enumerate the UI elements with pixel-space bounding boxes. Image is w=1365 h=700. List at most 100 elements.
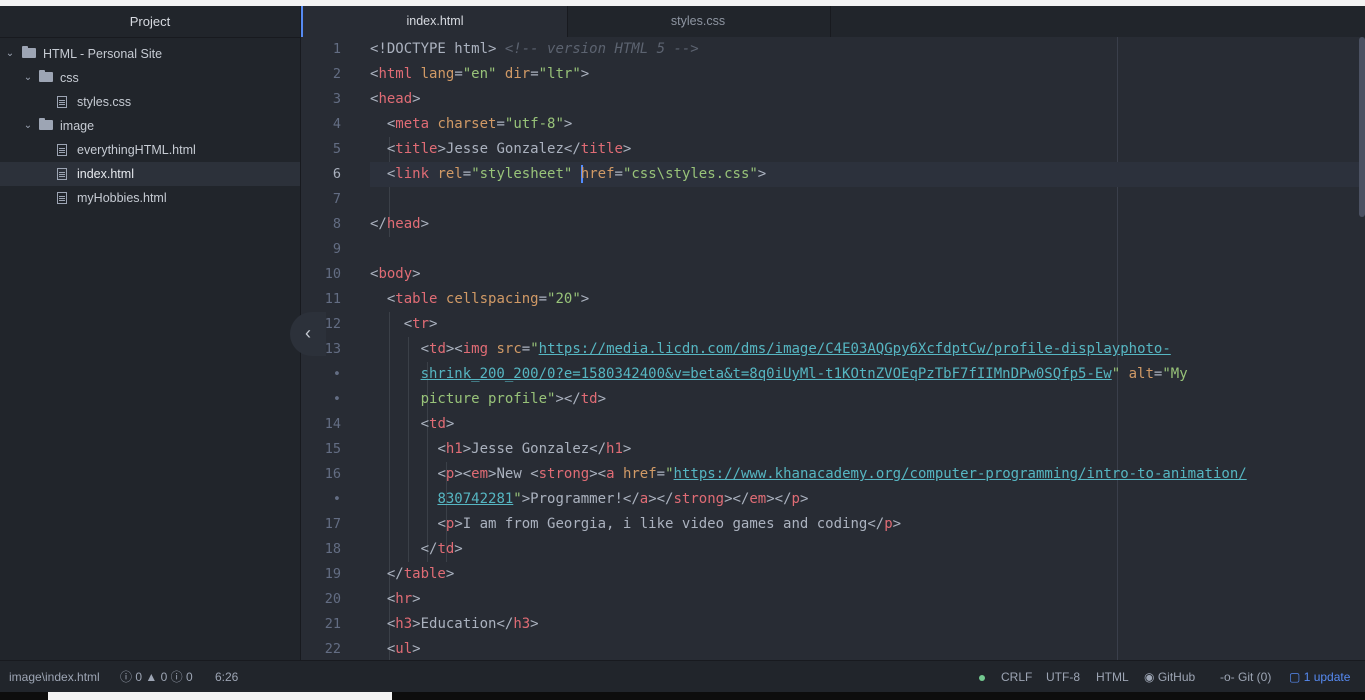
- line-number: 17: [324, 516, 341, 532]
- code-line: <p>I am from Georgia, i like video games…: [370, 512, 1365, 537]
- code-line: <html lang="en" dir="ltr">: [370, 62, 1365, 87]
- punct: >: [412, 616, 421, 632]
- file-encoding[interactable]: UTF-8: [1046, 661, 1080, 693]
- chevron-down-icon[interactable]: ⌄: [22, 114, 34, 138]
- url-link[interactable]: https://www.khanacademy.org/computer-pro…: [674, 466, 1247, 482]
- file-tree: ⌄ HTML - Personal Site ⌄ css styles.css …: [0, 38, 300, 210]
- update-button[interactable]: ▢ 1 update: [1289, 661, 1350, 693]
- error-icon: ⓘ: [120, 670, 133, 684]
- line-number: 22: [324, 641, 341, 657]
- tree-file-styles-css[interactable]: styles.css: [0, 90, 300, 114]
- taskbar-search-box[interactable]: [48, 692, 392, 700]
- git-label: Git (0): [1238, 670, 1272, 684]
- punct: =: [521, 341, 531, 357]
- line-number: 18: [324, 541, 341, 557]
- code-lines[interactable]: <!DOCTYPE html> <!-- version HTML 5 --> …: [370, 37, 1365, 660]
- folder-icon: [39, 70, 53, 82]
- file-path[interactable]: image\index.html: [9, 661, 100, 693]
- code-editor[interactable]: 1 2 3 4 5 6 7 8 9 10 11 12 13 • • 14 15 …: [301, 37, 1365, 660]
- tag-name: h1: [445, 441, 463, 457]
- attr-name: dir: [504, 66, 531, 82]
- code-line: <table cellspacing="20">: [370, 287, 1365, 312]
- tag-name: h3: [513, 616, 531, 632]
- punct: >: [521, 491, 531, 507]
- code-line-wrapped: picture profile"></td>: [370, 387, 1365, 412]
- punct: <: [420, 416, 430, 432]
- punct: >: [563, 116, 573, 132]
- grammar-selector[interactable]: HTML: [1096, 661, 1129, 693]
- punct: ><: [445, 341, 463, 357]
- git-button[interactable]: -o- Git (0): [1220, 661, 1271, 693]
- project-title[interactable]: Project: [0, 6, 300, 38]
- attr-value: "stylesheet": [471, 166, 573, 182]
- punct: </: [622, 491, 640, 507]
- line-number: 20: [324, 591, 341, 607]
- punct: <: [437, 466, 446, 482]
- tag-name: title: [580, 141, 623, 157]
- punct: >: [622, 141, 632, 157]
- tab-styles-css[interactable]: styles.css: [566, 6, 831, 37]
- file-icon: [57, 144, 67, 156]
- line-number: 15: [324, 441, 341, 457]
- file-icon: [57, 192, 67, 204]
- chevron-down-icon[interactable]: ⌄: [4, 42, 16, 66]
- tag-name: head: [386, 216, 421, 232]
- url-link[interactable]: 830742281: [437, 491, 513, 507]
- tree-file-label: index.html: [77, 167, 134, 181]
- github-icon: ◉: [1144, 670, 1155, 684]
- github-button[interactable]: ◉ GitHub: [1144, 661, 1195, 693]
- tree-folder-image[interactable]: ⌄ image: [0, 114, 300, 138]
- punct: >: [580, 291, 590, 307]
- tree-file-label: everythingHTML.html: [77, 143, 196, 157]
- tag-name: tr: [412, 316, 430, 332]
- tree-folder-css[interactable]: ⌄ css: [0, 66, 300, 90]
- code-line: <hr>: [370, 587, 1365, 612]
- punct: ></: [766, 491, 792, 507]
- tree-root-folder[interactable]: ⌄ HTML - Personal Site: [0, 42, 300, 66]
- punct: <: [437, 516, 446, 532]
- tab-bar: index.html styles.css: [301, 6, 1365, 38]
- attr-value: "20": [547, 291, 581, 307]
- punct: =: [530, 66, 539, 82]
- attr-value: ": [513, 491, 522, 507]
- line-ending[interactable]: CRLF: [1001, 661, 1032, 693]
- cursor-position[interactable]: 6:26: [215, 661, 238, 693]
- attr-name: src: [496, 341, 522, 357]
- line-number: 14: [324, 416, 341, 432]
- tree-file-myhobbies[interactable]: myHobbies.html: [0, 186, 300, 210]
- punct: >: [412, 91, 421, 107]
- tree-file-label: myHobbies.html: [77, 191, 167, 205]
- tree-file-everythinghtml[interactable]: everythingHTML.html: [0, 138, 300, 162]
- attr-value: picture profile": [420, 391, 556, 407]
- line-number: •: [332, 366, 341, 382]
- diagnostics-summary[interactable]: ⓘ 0 ▲ 0 ⓘ 0: [120, 661, 193, 693]
- punct: ><: [454, 466, 472, 482]
- punct: >: [622, 441, 632, 457]
- git-commit-icon: -o-: [1220, 670, 1235, 684]
- info-count: 0: [186, 670, 193, 684]
- punct: </: [589, 441, 607, 457]
- line-number: 7: [332, 191, 341, 207]
- url-link[interactable]: shrink_200_200/0?e=1580342400&v=beta&t=8…: [421, 366, 1112, 382]
- tag-name: em: [749, 491, 767, 507]
- tab-index-html[interactable]: index.html: [301, 6, 568, 38]
- collapse-sidebar-button[interactable]: ‹: [290, 312, 326, 356]
- tree-file-index-html[interactable]: index.html: [0, 162, 300, 186]
- tag-name: title: [395, 141, 438, 157]
- vertical-scrollbar[interactable]: [1359, 37, 1365, 217]
- chevron-down-icon[interactable]: ⌄: [22, 66, 34, 90]
- code-line-wrapped: 830742281">Programmer!</a></strong></em>…: [370, 487, 1365, 512]
- tag-name: head: [378, 91, 413, 107]
- tag-name: a: [639, 491, 649, 507]
- line-number: 19: [324, 566, 341, 582]
- attr-name: alt: [1128, 366, 1154, 382]
- line-number: •: [332, 491, 341, 507]
- attr-value: "My: [1162, 366, 1188, 382]
- folder-icon: [22, 46, 36, 58]
- url-link[interactable]: https://media.licdn.com/dms/image/C4E03A…: [539, 341, 1171, 357]
- tag-name: td: [437, 541, 455, 557]
- tag-name: table: [403, 566, 446, 582]
- punct: <: [530, 466, 539, 482]
- line-number: 5: [332, 141, 341, 157]
